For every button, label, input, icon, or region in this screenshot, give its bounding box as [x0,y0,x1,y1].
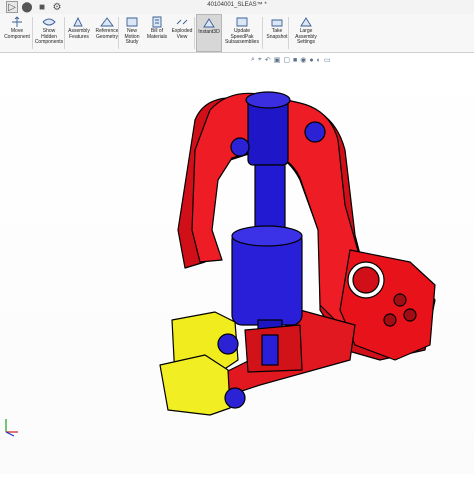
reference-geometry-button[interactable]: Reference Geometry [94,14,120,52]
speedpak-icon [235,16,249,28]
ribbon-button-label: Large Assembly Settings [295,28,317,46]
ribbon-button-label: Bill of Materials [146,28,168,40]
ribbon-separator [64,17,65,49]
previous-view-icon[interactable]: ↶ [265,56,271,64]
ribbon-button-label: Update SpeedPak Subassemblies [225,28,259,46]
pin-upper-right [304,121,326,143]
graphics-area[interactable] [0,53,474,474]
show-hidden-components-button[interactable]: Show Hidden Components [34,14,64,52]
hide-show-icon[interactable]: ◉ [300,56,306,64]
display-style-icon[interactable]: ■ [293,57,297,64]
new-motion-study-button[interactable]: New Motion Study [120,14,144,52]
zoom-area-icon[interactable]: ⌖ [258,56,262,64]
link-bolt [261,334,279,366]
move-component-button[interactable]: Move Component [2,14,32,52]
cylinder-top-cap [245,91,291,109]
instant3d-button[interactable]: Instant3D [196,14,222,52]
pin-lug-2 [403,308,417,322]
pin-lug-1 [383,313,397,327]
clamp-lower-block [159,354,231,416]
bill-of-materials-button[interactable]: Bill of Materials [145,14,169,52]
zoom-to-fit-icon[interactable]: ⌕ [251,56,255,64]
appearance-icon[interactable]: ● [309,57,313,64]
ribbon-button-label: Reference Geometry [95,28,119,40]
ribbon-button-label: Exploded View [171,28,193,40]
snapshot-icon [270,16,284,28]
ribbon-separator [288,17,289,49]
exploded-view-icon [175,16,189,28]
ribbon-button-label: Move Component [4,28,30,40]
cylinder-shaft [254,164,286,236]
ribbon-separator [194,17,195,49]
pin-upper-left [230,137,250,157]
large-assembly-icon [299,16,313,28]
assembly-model[interactable] [0,53,474,474]
cylinder-body-top [231,225,303,247]
ribbon-separator [32,17,33,49]
scene-icon[interactable]: ◐ [317,57,321,64]
view-orientation-icon[interactable]: ▢ [283,56,290,64]
bom-icon [150,16,164,28]
ribbon-separator [262,17,263,49]
assembly-features-icon [72,16,86,28]
title-bar: ▷ ⬤ ■ ⚙ 40104001_SLEAS™ * [0,0,474,15]
heads-up-view-toolbar: ⌕ ⌖ ↶ ▣ ▢ ■ ◉ ● ◐ ▭ [248,56,330,64]
reference-geometry-icon [100,16,114,28]
take-snapshot-button[interactable]: Take Snapshot [265,14,289,52]
view-settings-icon[interactable]: ▭ [324,56,331,64]
instant3d-icon [202,17,216,29]
clamp-pin-2 [224,387,246,409]
show-hidden-icon [42,16,56,28]
move-component-icon [10,16,24,28]
reference-triad [5,419,18,437]
window-title: 40104001_SLEAS™ * [207,2,267,8]
clamp-pin-1 [217,333,239,355]
ribbon-button-label: Assembly Features [68,28,90,40]
update-speedpak-button[interactable]: Update SpeedPak Subassemblies [223,14,261,52]
assembly-features-button[interactable]: Assembly Features [66,14,92,52]
large-assembly-settings-button[interactable]: Large Assembly Settings [290,14,322,52]
exploded-view-button[interactable]: Exploded View [170,14,194,52]
motion-study-icon [125,16,139,28]
ribbon-button-label: New Motion Study [124,28,140,46]
pin-lug-3 [393,293,407,307]
section-view-icon[interactable]: ▣ [274,56,281,64]
pin-right-hole-inner [352,266,380,294]
ribbon-separator [118,17,119,49]
ribbon-button-label: Take Snapshot [266,28,288,40]
commandmanager-ribbon: Move Component Show Hidden Components Asse… [0,14,474,53]
ribbon-button-label: Instant3D [198,29,220,35]
ribbon-button-label: Show Hidden Components [34,28,64,46]
